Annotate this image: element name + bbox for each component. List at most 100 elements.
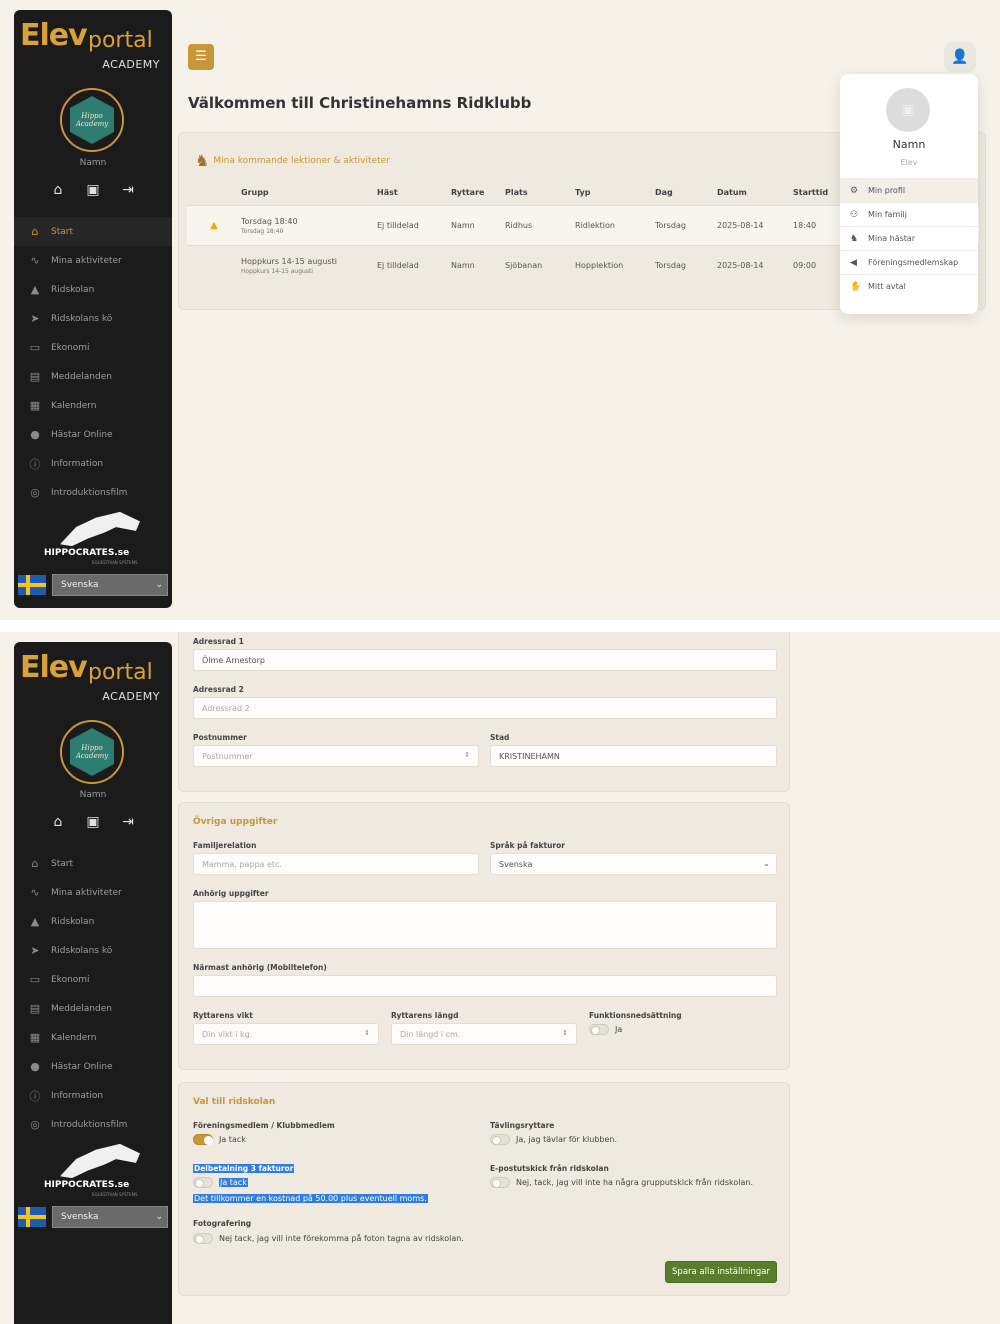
sidebar-item-introduktionsfilm[interactable]: ◎ Introduktionsfilm [14, 1110, 172, 1139]
address2-input[interactable]: Adressrad 2 [193, 697, 777, 719]
quick-links: ⌂ ▣ ⇥ [48, 182, 138, 198]
family-icon: ⚇ [850, 209, 859, 220]
height-input[interactable]: Din längd i cm. ⇕ [391, 1023, 577, 1045]
sidebar-item-hastar-online[interactable]: ● Hästar Online [14, 420, 172, 449]
logout-icon[interactable]: ⇥ [118, 182, 138, 198]
menu-toggle-button[interactable]: ☰ [188, 44, 214, 70]
profile-role: Elev [900, 158, 918, 167]
calendar-icon: ▦ [29, 1031, 41, 1044]
horse-logo-icon [60, 1143, 140, 1179]
home-icon: ⌂ [31, 225, 39, 238]
sidebar-item-information[interactable]: ⓘ Information [14, 449, 172, 478]
sidebar-item-kalendern[interactable]: ▦ Kalendern [14, 391, 172, 420]
elevportal-logo[interactable]: Elev portal ACADEMY [20, 650, 166, 706]
sidebar-item-meddelanden[interactable]: ▤ Meddelanden [14, 994, 172, 1023]
elevportal-logo[interactable]: Elev portal ACADEMY [20, 18, 166, 74]
menu-item-min-profil[interactable]: ⚙ Min profil [840, 178, 978, 202]
profile-dropdown: ▣ Namn Elev ⚙ Min profil ⚇ Min familj ♞ Min… [840, 74, 978, 314]
col-ryttare[interactable]: Ryttare [451, 188, 505, 197]
messages-icon: ▤ [29, 1002, 41, 1015]
horse-logo-icon [60, 511, 140, 547]
menu-item-mitt-avtal[interactable]: ✋ Mitt avtal [840, 274, 978, 298]
competitor-toggle[interactable] [490, 1134, 510, 1145]
disability-option: Ja [615, 1025, 623, 1034]
address1-input[interactable]: Ölme Arnestorp [193, 649, 777, 671]
spinner-icon[interactable]: ⇕ [464, 751, 470, 759]
zip-input[interactable]: Postnummer ⇕ [193, 745, 479, 767]
language-select[interactable]: Svenska ⌄ [52, 1206, 168, 1228]
sidebar-item-ridskolans-ko[interactable]: ➤ Ridskolans kö [14, 936, 172, 965]
weight-input[interactable]: Din vikt i kg. ⇕ [193, 1023, 379, 1045]
photo-toggle[interactable] [193, 1233, 213, 1244]
nearest-input[interactable] [193, 975, 777, 997]
spinner-icon[interactable]: ⇕ [562, 1029, 568, 1037]
facebook-icon[interactable]: ▣ [83, 182, 103, 198]
logo-elev: Elev [20, 650, 88, 685]
col-typ[interactable]: Typ [575, 188, 655, 197]
sidebar: Elev portal ACADEMY Hippo Academy Namn ⌂… [14, 10, 172, 608]
chevron-down-icon: ⌄ [155, 580, 163, 590]
user-icon: 👤 [951, 49, 969, 65]
sidebar-item-ekonomi[interactable]: ▭ Ekonomi [14, 965, 172, 994]
home-icon: ⌂ [31, 857, 39, 870]
sidebar-item-mina-aktiviteter[interactable]: ∿ Mina aktiviteter [14, 246, 172, 275]
sidebar-item-ridskolan[interactable]: ▲ Ridskolan [14, 907, 172, 936]
col-hast[interactable]: Häst [377, 188, 451, 197]
sidebar-item-mina-aktiviteter[interactable]: ∿ Mina aktiviteter [14, 878, 172, 907]
save-all-button[interactable]: Spara alla inställningar [665, 1261, 777, 1283]
profile-name: Namn [892, 138, 926, 151]
partner-name: HIPPOCRATES.se [44, 548, 130, 558]
language-select[interactable]: Svenska ⌄ [52, 574, 168, 596]
sidebar-item-meddelanden[interactable]: ▤ Meddelanden [14, 362, 172, 391]
email-toggle[interactable] [490, 1177, 510, 1188]
logout-icon[interactable]: ⇥ [118, 814, 138, 830]
family-input[interactable]: Mamma, pappa etc. [193, 853, 479, 875]
logo-elev: Elev [20, 18, 88, 53]
facebook-icon[interactable]: ▣ [83, 814, 103, 830]
hippocrates-logo[interactable]: HIPPOCRATES.se EQUESTRIAN SYSTEMS [42, 1142, 152, 1198]
sidebar-item-introduktionsfilm[interactable]: ◎ Introduktionsfilm [14, 478, 172, 507]
hippocrates-logo[interactable]: HIPPOCRATES.se EQUESTRIAN SYSTEMS [42, 510, 152, 566]
menu-item-min-familj[interactable]: ⚇ Min familj [840, 202, 978, 226]
email-option: Nej, tack, jag vill inte ha några gruppu… [516, 1178, 754, 1187]
user-menu-button[interactable]: 👤 [944, 42, 976, 72]
messages-icon: ▤ [29, 370, 41, 383]
col-datum[interactable]: Datum [717, 188, 793, 197]
money-icon: ▭ [29, 341, 41, 354]
spinner-icon[interactable]: ⇕ [364, 1029, 370, 1037]
sidebar-item-information[interactable]: ⓘ Information [14, 1081, 172, 1110]
home-icon[interactable]: ⌂ [48, 814, 68, 830]
film-icon: ◎ [30, 486, 40, 499]
info-icon: ⓘ [29, 457, 41, 471]
disability-label: Funktionsnedsättning [589, 1011, 682, 1020]
menu-item-mina-hastar[interactable]: ♞ Mina hästar [840, 226, 978, 250]
swedish-flag-icon [18, 575, 46, 595]
logo-academy: ACADEMY [102, 58, 160, 71]
home-icon[interactable]: ⌂ [48, 182, 68, 198]
page-title: Välkommen till Christinehamns Ridklubb [188, 94, 532, 112]
sidebar-item-hastar-online[interactable]: ● Hästar Online [14, 1052, 172, 1081]
sidebar-user-name: Namn [79, 790, 107, 800]
photo-label: Fotografering [193, 1219, 252, 1228]
sidebar-item-ekonomi[interactable]: ▭ Ekonomi [14, 333, 172, 362]
school-title: Val till ridskolan [193, 1097, 276, 1107]
globe-icon: ● [30, 428, 40, 441]
col-plats[interactable]: Plats [505, 188, 575, 197]
sidebar-item-kalendern[interactable]: ▦ Kalendern [14, 1023, 172, 1052]
sidebar-item-start[interactable]: ⌂ Start [14, 217, 172, 246]
installment-toggle[interactable] [193, 1177, 213, 1188]
col-grupp[interactable]: Grupp [241, 188, 377, 197]
invoice-lang-select[interactable]: Svenska ⌄ [490, 853, 777, 875]
relative-textarea[interactable] [193, 901, 777, 949]
installment-option: Ja tack [219, 1178, 248, 1187]
calendar-icon: ▦ [29, 399, 41, 412]
sidebar-item-start[interactable]: ⌂ Start [14, 849, 172, 878]
sidebar-item-ridskolan[interactable]: ▲ Ridskolan [14, 275, 172, 304]
menu-item-foreningsmedlemskap[interactable]: ◀ Föreningsmedlemskap [840, 250, 978, 274]
language-picker: Svenska ⌄ [18, 574, 168, 596]
sidebar-item-ridskolans-ko[interactable]: ➤ Ridskolans kö [14, 304, 172, 333]
member-toggle[interactable] [193, 1134, 213, 1145]
disability-toggle[interactable] [589, 1024, 609, 1035]
col-dag[interactable]: Dag [655, 188, 717, 197]
city-input[interactable]: KRISTINEHAMN [490, 745, 777, 767]
